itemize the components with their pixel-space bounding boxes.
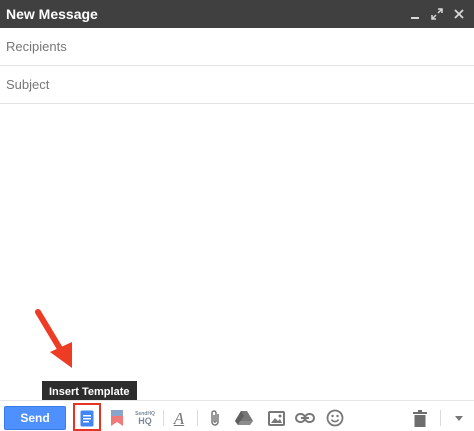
formatting-label: A <box>173 408 185 428</box>
close-icon[interactable] <box>450 5 468 23</box>
tooltip-text: Insert Template <box>49 386 130 398</box>
bookmark-icon[interactable] <box>106 407 128 429</box>
window-controls <box>406 5 474 23</box>
drive-icon[interactable] <box>233 407 255 429</box>
link-icon[interactable] <box>294 407 316 429</box>
more-options-icon[interactable] <box>448 407 470 429</box>
formatting-icon[interactable]: A <box>168 407 190 429</box>
toolbar-divider <box>440 410 441 426</box>
toolbar-divider <box>197 410 198 426</box>
compose-title: New Message <box>6 6 98 22</box>
send-button[interactable]: Send <box>4 406 66 430</box>
photo-icon[interactable] <box>265 407 287 429</box>
compose-titlebar: New Message <box>0 0 474 28</box>
minimize-icon[interactable] <box>406 5 424 23</box>
attach-icon[interactable] <box>204 407 226 429</box>
compose-toolbar: Send SendHQ HQ A <box>0 400 474 431</box>
trash-icon[interactable] <box>409 407 431 429</box>
subject-row <box>0 66 474 104</box>
expand-icon[interactable] <box>428 5 446 23</box>
red-arrow-icon <box>35 309 72 368</box>
recipients-row <box>0 28 474 66</box>
insert-template-icon[interactable] <box>76 407 98 429</box>
subject-input[interactable] <box>0 66 474 103</box>
toolbar-divider <box>163 410 164 426</box>
hq-label: HQ <box>138 416 152 426</box>
emoji-icon[interactable] <box>324 407 346 429</box>
sendhq-icon[interactable]: SendHQ HQ <box>132 407 158 429</box>
recipients-input[interactable] <box>0 28 474 65</box>
